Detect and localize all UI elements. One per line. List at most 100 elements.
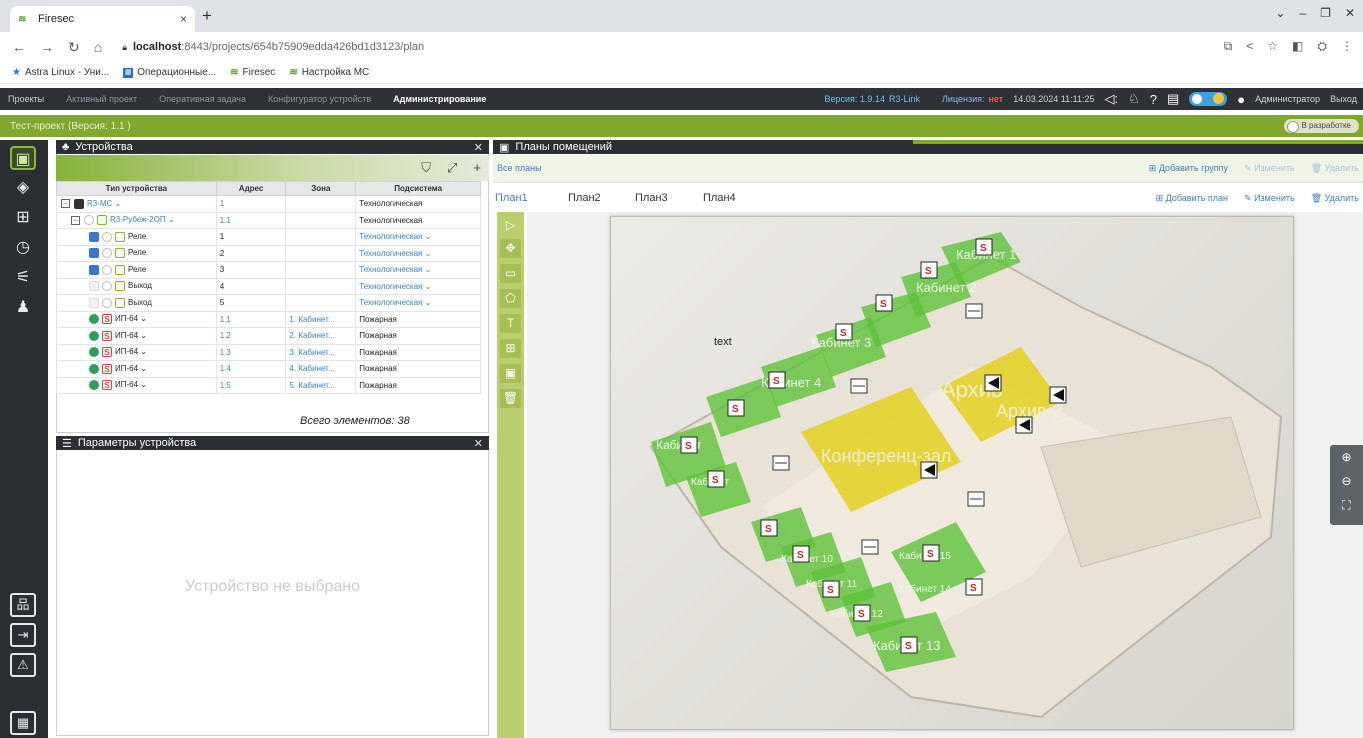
subsystem-select[interactable]: Технологическая ⌄ <box>355 244 481 262</box>
table-row[interactable]: S ИП-64 ⌄ 1.4 4. Кабинет... Пожарная <box>56 360 481 378</box>
checkbox[interactable] <box>89 281 99 292</box>
translate-icon[interactable]: ⧉ <box>1224 39 1233 54</box>
delete-group-button[interactable]: 🗑︎ Удалить <box>1311 163 1359 174</box>
tab-close-icon[interactable]: × <box>180 12 187 26</box>
menu-projects[interactable]: Проекты <box>8 94 44 104</box>
table-row[interactable]: Выход 4 Технологическая ⌄ <box>56 277 481 295</box>
restore-icon[interactable]: ❐ <box>1320 6 1331 20</box>
checkbox[interactable] <box>89 231 99 242</box>
fit-screen-icon[interactable]: ⛶ <box>1330 493 1363 517</box>
expand-icon[interactable]: ⤢ <box>447 160 457 176</box>
device-zone[interactable]: 4. Кабинет... <box>285 360 357 378</box>
device-zone[interactable]: 5. Кабинет... <box>285 376 357 394</box>
col-subsystem[interactable]: Подсистема <box>355 181 481 196</box>
device-zone[interactable]: 1. Кабинет... <box>285 310 357 328</box>
all-plans-group[interactable]: Все планы <box>497 163 542 173</box>
menu-device-configurator[interactable]: Конфигуратор устройств <box>268 94 371 104</box>
bookmark-astra[interactable]: ★ Astra Linux - Уни... <box>12 67 109 78</box>
close-icon[interactable]: ✕ <box>474 141 483 154</box>
table-row[interactable]: S ИП-64 ⌄ 1.3 3. Кабинет... Пожарная <box>56 343 481 361</box>
col-type[interactable]: Тип устройства <box>56 181 217 196</box>
menu-icon[interactable]: ⋮ <box>1341 39 1353 54</box>
tab-plan3[interactable]: План3 <box>635 192 668 204</box>
structure-nav-icon[interactable]: ⊞ <box>10 206 36 230</box>
add-plan-button[interactable]: ⊞ Добавить план <box>1156 193 1228 204</box>
share-icon[interactable]: < <box>1246 39 1253 54</box>
user-name[interactable]: Администратор <box>1255 94 1320 104</box>
table-row[interactable]: Реле 3 Технологическая ⌄ <box>56 261 481 279</box>
add-group-button[interactable]: ⊞ Добавить группу <box>1149 163 1228 174</box>
home-icon[interactable]: ⌂ <box>94 39 102 55</box>
bookmark-firesec[interactable]: ≋ Firesec <box>230 67 275 78</box>
col-zone[interactable]: Зона <box>285 181 357 196</box>
settings-sliders-icon[interactable]: ⚟ <box>10 266 36 290</box>
theme-toggle[interactable] <box>1189 92 1228 106</box>
table-row[interactable]: Реле 1 Технологическая ⌄ <box>56 228 481 246</box>
minimize-icon[interactable]: – <box>1299 6 1306 20</box>
subsystem-select[interactable]: Технологическая ⌄ <box>355 261 481 279</box>
table-row[interactable]: S ИП-64 ⌄ 1.2 2. Кабинет... Пожарная <box>56 327 481 345</box>
collapse-icon[interactable]: – <box>71 215 80 225</box>
collapse-icon[interactable]: – <box>61 199 70 209</box>
image-tool-icon[interactable]: ▣ <box>500 364 521 383</box>
rect-tool-icon[interactable]: ▭ <box>500 264 521 283</box>
table-row[interactable]: – R3-Рубеж-2ОП ⌄ 1.1 Технологическая <box>56 211 481 229</box>
reload-icon[interactable]: ↻ <box>68 39 80 56</box>
close-window-icon[interactable]: ✕ <box>1345 6 1355 20</box>
close-icon[interactable]: ✕ <box>474 437 483 450</box>
sidebar-icon[interactable]: ◧ <box>1292 39 1303 54</box>
tab-plan1[interactable]: План1 <box>495 192 528 204</box>
table-row[interactable]: S ИП-64 ⌄ 1.1 1. Кабинет... Пожарная <box>56 310 481 328</box>
menu-active-project[interactable]: Активный проект <box>66 94 137 104</box>
edit-plan-button[interactable]: ✎ Изменить <box>1244 193 1295 204</box>
table-row[interactable]: Реле 2 Технологическая ⌄ <box>56 244 481 262</box>
clock-nav-icon[interactable]: ◷ <box>10 236 36 260</box>
warning-nav-icon[interactable]: ⚠ <box>10 653 36 677</box>
menu-administration[interactable]: Администрирование <box>393 94 486 104</box>
plan-text-label[interactable]: text <box>714 336 732 348</box>
login-nav-icon[interactable]: ⇥ <box>10 623 36 647</box>
tab-plan4[interactable]: План4 <box>703 192 736 204</box>
profile-icon[interactable]: ⛭ <box>1317 39 1327 54</box>
bell-icon[interactable]: ♘ <box>1128 91 1140 107</box>
bookmark-ops[interactable]: ▦ Операционные... <box>123 67 216 78</box>
checkbox[interactable] <box>89 264 99 275</box>
device-zone[interactable]: 2. Кабинет... <box>285 327 357 345</box>
device-zone[interactable]: 3. Кабинет... <box>285 343 357 361</box>
layers-nav-icon[interactable]: ◈ <box>10 176 36 200</box>
dev-mode-toggle[interactable]: В разработке <box>1283 119 1359 133</box>
sound-icon[interactable]: ◁: <box>1104 91 1118 107</box>
forward-icon[interactable]: → <box>40 39 54 55</box>
checkbox[interactable] <box>89 248 99 259</box>
zoom-out-icon[interactable]: ⊖ <box>1330 469 1363 493</box>
table-row[interactable]: S ИП-64 ⌄ 1.5 5. Кабинет... Пожарная <box>56 376 481 394</box>
zoom-in-icon[interactable]: ⊕ <box>1330 445 1363 469</box>
checkbox[interactable] <box>89 297 99 308</box>
subsystem-select[interactable]: Технологическая ⌄ <box>355 277 481 295</box>
pointer-tool-icon[interactable]: ▷ <box>500 216 521 235</box>
network-nav-icon[interactable]: 品 <box>10 593 36 617</box>
document-icon[interactable]: ▤ <box>1167 91 1179 107</box>
table-row[interactable]: Выход 5 Технологическая ⌄ <box>56 294 481 312</box>
plans-nav-icon[interactable]: ▣ <box>10 146 36 170</box>
grid-tool-icon[interactable]: ⊞ <box>500 339 521 358</box>
grid-nav-icon[interactable]: ▦ <box>10 711 36 735</box>
browser-tab[interactable]: ≋ Firesec × <box>10 6 195 32</box>
tab-search-icon[interactable]: ⌄ <box>1275 6 1285 20</box>
bookmark-star-icon[interactable]: ☆ <box>1267 39 1278 54</box>
floor-plan[interactable]: text Кабинет 1 Кабинет 2 Кабинет 3 Кабин… <box>610 216 1294 730</box>
delete-tool-icon[interactable]: 🗑︎ <box>500 389 521 408</box>
table-row[interactable]: – R3-MC ⌄ 1 Технологическая <box>56 195 481 213</box>
tab-plan2[interactable]: План2 <box>568 192 601 204</box>
text-tool-icon[interactable]: T <box>500 314 521 333</box>
back-icon[interactable]: ← <box>12 39 26 55</box>
bookmark-ms[interactable]: ≋ Настройка МС <box>289 67 369 78</box>
menu-operational-task[interactable]: Оперативная задача <box>159 94 246 104</box>
help-icon[interactable]: ? <box>1150 92 1157 107</box>
polygon-tool-icon[interactable]: ⬠ <box>500 289 521 308</box>
subsystem-select[interactable]: Технологическая ⌄ <box>355 228 481 246</box>
col-address[interactable]: Адрес <box>215 181 287 196</box>
move-tool-icon[interactable]: ✥ <box>500 239 521 258</box>
filter-icon[interactable]: ⛉ <box>421 160 431 176</box>
delete-plan-button[interactable]: 🗑︎ Удалить <box>1311 193 1359 204</box>
